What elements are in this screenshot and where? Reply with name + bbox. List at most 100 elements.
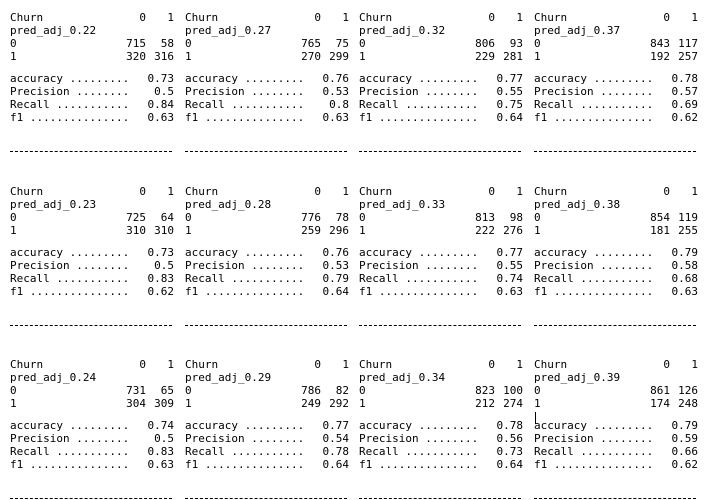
pred-adj-name: pred_adj_0.24 — [10, 371, 97, 384]
metric-row: Precision ........ 0.5 — [10, 259, 174, 272]
metric-row: f1 ............... 0.63 — [185, 111, 349, 124]
metric-name: f1 ............... — [10, 111, 130, 124]
row-label: 1 — [534, 397, 541, 410]
metric-row: accuracy ......... 0.79 — [534, 246, 698, 259]
crosstab-header: Churn 0 1 — [10, 185, 174, 198]
metric-row: Recall ........... 0.73 — [359, 445, 523, 458]
pred-adj-name: pred_adj_0.34 — [359, 371, 446, 384]
metric-name: Precision ........ — [10, 259, 130, 272]
matrix-row: 1 320 316 — [10, 50, 174, 63]
text-cursor — [535, 412, 536, 424]
matrix-cell: 64 — [160, 211, 174, 224]
metric-value: 0.77 — [496, 72, 524, 85]
column-label-0: 0 — [314, 11, 321, 24]
metric-value: 0.74 — [147, 419, 175, 432]
crosstab-header: Churn 0 1 — [359, 185, 523, 198]
crosstab-header: Churn 0 1 — [10, 11, 174, 24]
metric-row: f1 ............... 0.64 — [185, 458, 349, 471]
separator-line — [359, 498, 521, 499]
matrix-cell: 823 — [475, 384, 495, 397]
metric-value: 0.58 — [671, 259, 699, 272]
metric-value: 0.64 — [496, 111, 524, 124]
column-label-0: 0 — [139, 185, 146, 198]
matrix-row: 1 249 292 — [185, 397, 349, 410]
matrix-row: 0 861 126 — [534, 384, 698, 397]
metric-name: Recall ........... — [359, 98, 479, 111]
metric-row: Precision ........ 0.56 — [359, 432, 523, 445]
metric-value: 0.54 — [322, 432, 350, 445]
pred-adj-name: pred_adj_0.39 — [534, 371, 621, 384]
separator-line — [534, 151, 696, 152]
metric-name: Precision ........ — [10, 432, 130, 445]
churn-label: Churn — [534, 185, 568, 198]
row-label: 1 — [10, 224, 17, 237]
pred-adj-name: pred_adj_0.37 — [534, 24, 621, 37]
metric-name: f1 ............... — [534, 285, 654, 298]
matrix-cell: 248 — [678, 397, 698, 410]
confusion-panel: Churn 0 1 pred_adj_0.38 0 854 119 1 181 255 accura… — [534, 185, 698, 327]
column-label-1: 1 — [167, 185, 174, 198]
row-label: 0 — [534, 211, 541, 224]
separator-line — [10, 325, 172, 326]
matrix-cell: 765 — [301, 37, 321, 50]
metric-row: Precision ........ 0.55 — [359, 259, 523, 272]
confusion-panel: Churn 0 1 pred_adj_0.29 0 786 82 1 249 292 accurac… — [185, 358, 349, 500]
metric-row: accuracy ......... 0.76 — [185, 246, 349, 259]
matrix-row: 0 715 58 — [10, 37, 174, 50]
matrix-cell: 296 — [329, 224, 349, 237]
matrix-cell: 117 — [678, 37, 698, 50]
crosstab-header: Churn 0 1 — [534, 11, 698, 24]
metric-value: 0.73 — [147, 246, 175, 259]
metric-name: Recall ........... — [185, 272, 305, 285]
metric-value: 0.78 — [322, 445, 350, 458]
matrix-row: 0 725 64 — [10, 211, 174, 224]
churn-label: Churn — [10, 358, 44, 371]
confusion-panel: Churn 0 1 pred_adj_0.37 0 843 117 1 192 257 accura… — [534, 11, 698, 153]
pred-adj-name: pred_adj_0.29 — [185, 371, 272, 384]
metric-row: Recall ........... 0.74 — [359, 272, 523, 285]
metric-row: accuracy ......... 0.76 — [185, 72, 349, 85]
metric-row: Precision ........ 0.59 — [534, 432, 698, 445]
metric-value: 0.78 — [496, 419, 524, 432]
metric-row: f1 ............... 0.62 — [534, 111, 698, 124]
metric-value: 0.75 — [496, 98, 524, 111]
column-label-0: 0 — [488, 11, 495, 24]
crosstab-header: Churn 0 1 — [185, 11, 349, 24]
matrix-cell: 786 — [301, 384, 321, 397]
metric-row: Precision ........ 0.55 — [359, 85, 523, 98]
confusion-panel: Churn 0 1 pred_adj_0.22 0 715 58 1 320 316 accurac… — [10, 11, 174, 153]
metric-value: 0.5 — [154, 85, 174, 98]
confusion-panel: Churn 0 1 pred_adj_0.23 0 725 64 1 310 310 accurac… — [10, 185, 174, 327]
row-label: 1 — [185, 50, 192, 63]
metric-row: Precision ........ 0.58 — [534, 259, 698, 272]
metric-value: 0.63 — [147, 458, 175, 471]
metric-name: f1 ............... — [185, 285, 305, 298]
metric-name: Precision ........ — [359, 432, 479, 445]
metric-name: accuracy ......... — [10, 72, 130, 85]
separator-line — [534, 498, 696, 499]
metric-name: accuracy ......... — [534, 246, 654, 259]
metric-row: Precision ........ 0.5 — [10, 432, 174, 445]
metric-row: f1 ............... 0.63 — [10, 111, 174, 124]
metric-name: f1 ............... — [10, 458, 130, 471]
row-label: 1 — [534, 50, 541, 63]
matrix-row: 0 806 93 — [359, 37, 523, 50]
row-label: 0 — [185, 384, 192, 397]
metric-name: Precision ........ — [359, 85, 479, 98]
pred-adj-name: pred_adj_0.22 — [10, 24, 97, 37]
metric-value: 0.78 — [671, 72, 699, 85]
metric-value: 0.84 — [147, 98, 175, 111]
metric-value: 0.76 — [322, 72, 350, 85]
row-label: 1 — [359, 224, 366, 237]
metric-row: Recall ........... 0.8 — [185, 98, 349, 111]
metric-name: Recall ........... — [534, 98, 654, 111]
metric-row: accuracy ......... 0.77 — [359, 246, 523, 259]
column-label-1: 1 — [691, 185, 698, 198]
metric-name: Recall ........... — [534, 272, 654, 285]
matrix-cell: 310 — [126, 224, 146, 237]
metric-row: Recall ........... 0.79 — [185, 272, 349, 285]
churn-label: Churn — [185, 185, 219, 198]
matrix-cell: 310 — [154, 224, 174, 237]
metric-value: 0.73 — [496, 445, 524, 458]
row-label: 0 — [534, 384, 541, 397]
